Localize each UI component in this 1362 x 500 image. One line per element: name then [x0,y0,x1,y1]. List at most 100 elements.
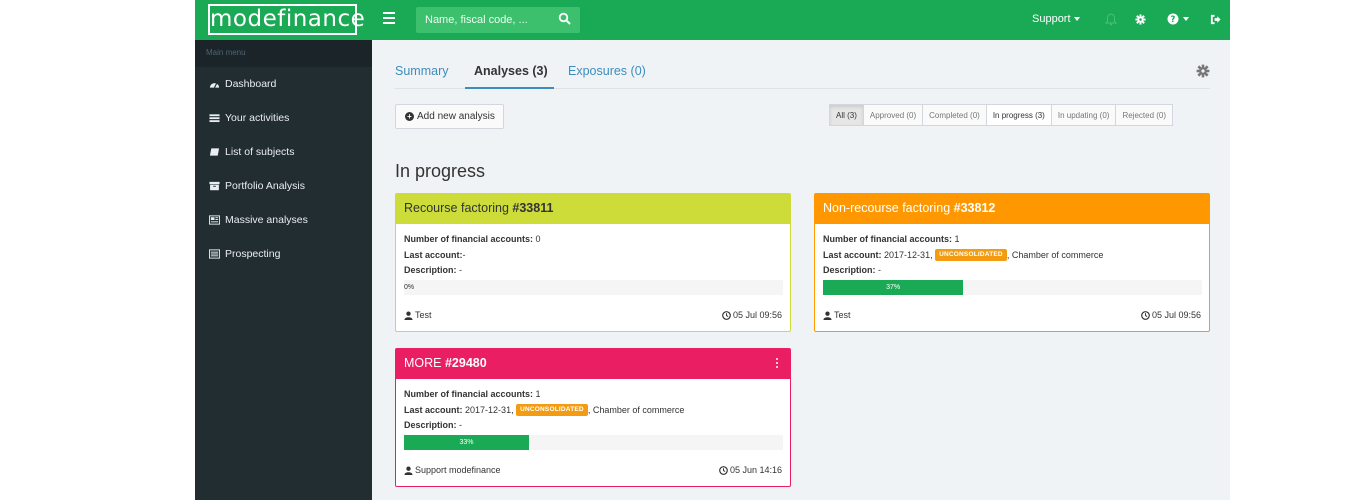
progress-text: 0% [404,283,415,291]
menu-toggle-icon[interactable] [383,12,395,26]
num-accounts-label: Number of financial accounts: [404,234,534,244]
svg-text:?: ? [1171,15,1176,25]
card-footer: Test 05 Jul 09:56 [823,310,1201,322]
search-input[interactable] [416,7,546,33]
filter-approved[interactable]: Approved (0) [862,104,924,126]
num-accounts-value: 0 [535,234,541,244]
progress-bar: 33% [404,434,783,450]
sidebar-item-prospecting[interactable]: Prospecting [195,237,372,271]
sidebar-item-label: Massive analyses [225,214,308,226]
card-footer: Support modefinance 05 Jun 14:16 [404,465,782,477]
card-user-name: Test [834,310,851,320]
card-id[interactable]: #33811 [512,201,553,215]
last-account-source: , Chamber of commerce [587,404,685,415]
search-box [416,7,580,33]
help-dropdown[interactable]: ? [1167,13,1189,25]
section-title: In progress [395,161,486,181]
sidebar-item-label: Prospecting [225,248,281,260]
unconsolidated-badge: UNCONSOLIDATED [516,404,588,417]
card-date-text: 05 Jul 09:56 [732,310,782,320]
tab-summary[interactable]: Summary [395,56,448,89]
filter-rejected[interactable]: Rejected (0) [1115,104,1174,126]
card-type: Recourse factoring [404,201,509,215]
analysis-card[interactable]: Recourse factoring #33811 Number of fina… [395,193,791,332]
num-accounts-value: 1 [535,389,541,399]
progress-fill: 33% [404,434,530,450]
sidebar-item-list-of-subjects[interactable]: List of subjects [195,135,372,169]
card-id[interactable]: #29480 [445,356,487,370]
description-label: Description: [404,420,457,430]
analysis-card[interactable]: MORE #29480 Number of financial accounts… [395,348,791,487]
card-body: Number of financial accounts: 0 Last acc… [396,224,790,295]
sidebar-item-label: Your activities [225,112,290,124]
brand-logo[interactable]: modefinance [208,4,365,35]
sidebar-item-dashboard[interactable]: Dashboard [195,67,372,101]
add-new-analysis-button[interactable]: + Add new analysis [395,104,504,129]
analysis-card[interactable]: Non-recourse factoring #33812 Number of … [814,193,1210,332]
tab-analyses[interactable]: Analyses (3) [465,56,554,89]
description-label: Description: [404,265,457,275]
num-accounts-label: Number of financial accounts: [404,389,534,399]
gear-icon[interactable] [1135,14,1146,25]
sidebar-header: Main menu [195,40,372,67]
description-value: - [459,265,463,275]
card-id[interactable]: #33812 [954,201,996,215]
support-dropdown[interactable]: Support [1032,13,1080,25]
description-value: - [459,420,463,430]
card-type: Non-recourse factoring [823,201,951,215]
filter-all[interactable]: All (3) [829,104,864,126]
card-user-name: Support modefinance [415,465,501,475]
filter-in-updating[interactable]: In updating (0) [1050,104,1117,126]
sidebar-item-massive-analyses[interactable]: Massive analyses [195,203,372,237]
card-header: Recourse factoring #33811 [396,194,790,224]
list-icon [209,249,220,259]
card-date: 05 Jun 14:16 [719,465,782,475]
user-icon [823,311,832,320]
clock-icon [722,310,731,320]
tab-exposures[interactable]: Exposures (0) [568,56,646,89]
add-button-label: Add new analysis [417,111,495,122]
sidebar-item-portfolio-analysis[interactable]: Portfolio Analysis [195,169,372,203]
sidebar-item-label: Dashboard [225,78,277,90]
progress-bar: 0% [404,279,783,295]
last-account-value: 2017-12-31, [465,404,514,415]
dashboard-icon [209,82,220,88]
sign-out-icon[interactable] [1210,14,1221,25]
sidebar-item-label: Portfolio Analysis [225,180,305,192]
last-account-value: - [462,249,466,260]
card-date: 05 Jul 09:56 [1141,310,1201,320]
card-date-text: 05 Jun 14:16 [729,465,782,475]
card-footer: Test 05 Jul 09:56 [404,310,782,322]
num-accounts-value: 1 [954,234,960,244]
archive-icon [209,181,220,191]
card-type: MORE [404,356,442,370]
user-icon [404,311,413,320]
bell-icon[interactable] [1105,13,1117,26]
unconsolidated-badge: UNCONSOLIDATED [935,249,1007,262]
card-user: Test [823,310,851,320]
sidebar-item-your-activities[interactable]: Your activities [195,101,372,135]
caret-down-icon [1183,17,1189,21]
num-accounts-label: Number of financial accounts: [823,234,953,244]
last-account-label: Last account: [404,249,463,260]
last-account-label: Last account: [823,249,882,260]
search-icon[interactable] [558,12,572,26]
main-content: Summary Analyses (3) Exposures (0) + Add… [372,40,1230,500]
top-navbar: modefinance Support ? [195,0,1230,40]
progress-fill: 37% [823,279,964,295]
sidebar: Main menu Dashboard Your activities List… [195,40,372,500]
description-value: - [878,265,882,275]
card-menu-icon[interactable] [776,358,779,368]
card-date-text: 05 Jul 09:56 [1151,310,1201,320]
settings-gear-icon[interactable] [1196,64,1210,78]
support-label: Support [1032,13,1071,25]
filter-completed[interactable]: Completed (0) [922,104,987,126]
card-user: Support modefinance [404,465,501,475]
filter-in-progress[interactable]: In progress (3) [985,104,1052,126]
card-body: Number of financial accounts: 1 Last acc… [815,224,1209,295]
card-date: 05 Jul 09:56 [722,310,782,320]
book-icon [209,148,220,156]
card-user: Test [404,310,432,320]
card-header: MORE #29480 [396,349,790,379]
app-window: modefinance Support ? Main menu Dashboar… [195,0,1230,500]
